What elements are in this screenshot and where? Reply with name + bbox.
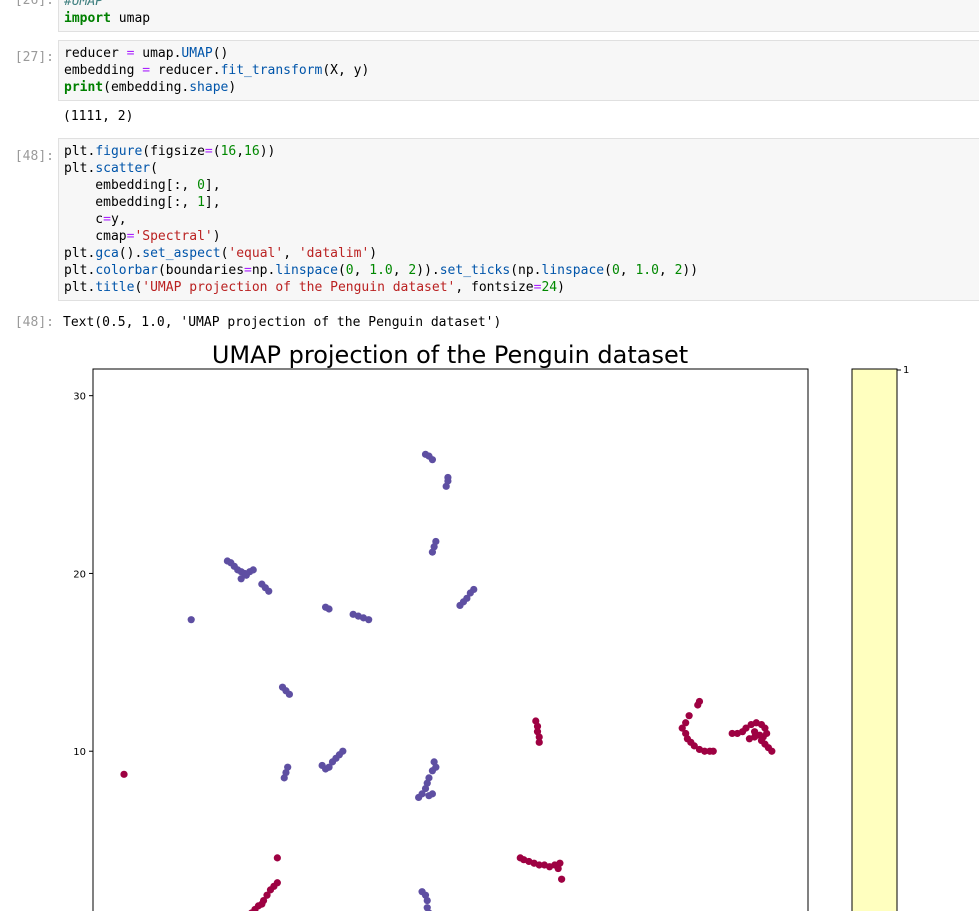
scatter-point (339, 747, 347, 755)
scatter-point (365, 616, 373, 624)
scatter-point (685, 712, 693, 720)
scatter-point (120, 770, 128, 778)
scatter-point (415, 793, 423, 802)
scatter-point (428, 456, 437, 464)
scatter-point (442, 482, 450, 490)
scatter-point (456, 601, 464, 610)
y-tick-label: 20 (73, 569, 86, 580)
y-tick-label: 30 (73, 392, 86, 403)
scatter-point (428, 548, 437, 556)
scatter-point (280, 774, 288, 782)
chart-title: UMAP projection of the Penguin dataset (212, 341, 688, 369)
y-axis: 0102030 (73, 392, 93, 758)
scatter-point (709, 747, 717, 755)
scatter-plot: UMAP projection of the Penguin dataset 0… (73, 341, 909, 911)
scatter-point (423, 896, 431, 905)
colorbar (851, 368, 898, 911)
scatter-point (768, 747, 776, 755)
scatter-point (265, 587, 273, 595)
scatter-point (745, 735, 754, 743)
scatter-point (694, 701, 702, 709)
scatter-point (554, 864, 562, 873)
colorbar-tick-label: 1 (903, 365, 909, 376)
scatter-point (273, 854, 281, 862)
scatter-point (285, 690, 294, 698)
scatter-point (558, 875, 566, 883)
scatter-point (428, 790, 437, 798)
scatter-point (535, 738, 543, 746)
scatter-point (428, 767, 437, 775)
y-tick-label: 10 (73, 747, 86, 758)
scatter-point (187, 616, 195, 624)
scatter-point (750, 728, 759, 736)
scatter-point (325, 605, 333, 613)
scatter-point (249, 566, 257, 574)
plot-area (92, 368, 809, 911)
scatter-point (237, 575, 245, 583)
